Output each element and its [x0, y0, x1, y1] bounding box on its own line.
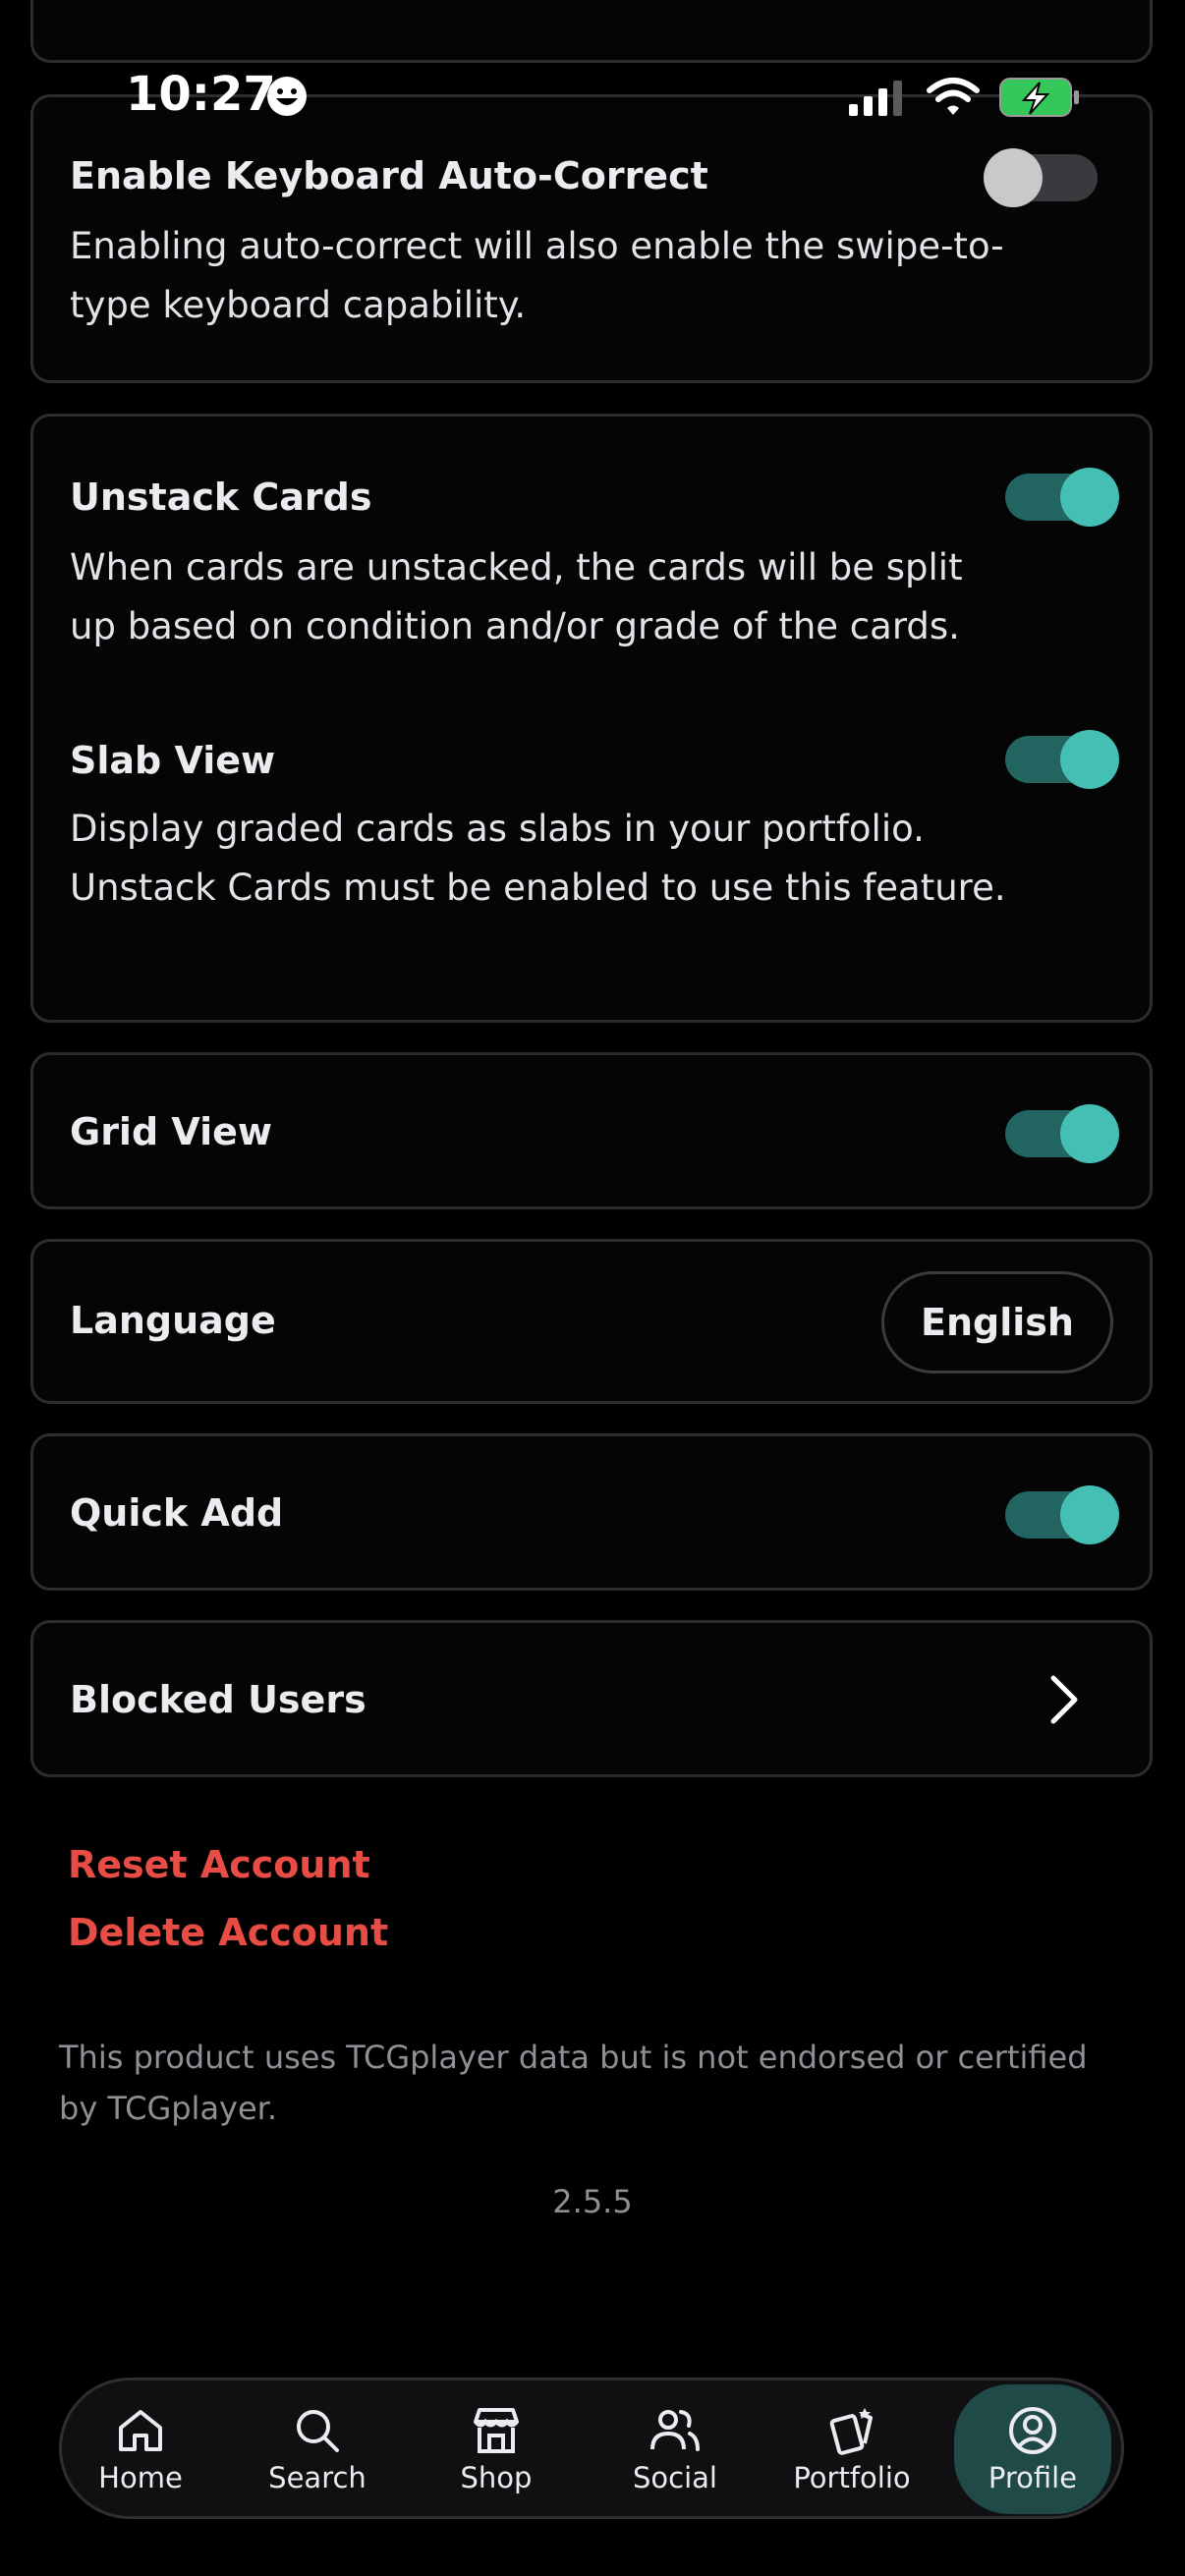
wifi-icon [927, 78, 980, 115]
status-time: 10:27 [126, 67, 276, 122]
blocked-users-title: Blocked Users [70, 1678, 367, 1721]
toggle-knob [1060, 1104, 1119, 1163]
slab-view-toggle[interactable] [1005, 730, 1119, 789]
slab-view-title: Slab View [70, 739, 276, 782]
home-icon [119, 2410, 162, 2451]
shop-icon [474, 2408, 519, 2453]
tab-label: Search [268, 2461, 367, 2494]
quick-add-toggle[interactable] [1005, 1485, 1119, 1544]
tab-social[interactable]: Social [596, 2384, 754, 2514]
tab-search[interactable]: Search [239, 2384, 396, 2514]
delete-account-link[interactable]: Delete Account [68, 1911, 388, 1954]
toggle-knob [1060, 1485, 1119, 1544]
profile-icon [1009, 2407, 1056, 2454]
reset-account-link[interactable]: Reset Account [68, 1843, 370, 1886]
tab-label: Home [98, 2461, 183, 2494]
language-select-button[interactable]: English [881, 1271, 1113, 1373]
language-card: Language English [30, 1239, 1153, 1404]
previous-settings-card [30, 0, 1153, 63]
autocorrect-title: Enable Keyboard Auto-Correct [70, 154, 708, 197]
unstack-slab-card: Unstack Cards When cards are unstacked, … [30, 414, 1153, 1023]
app-version: 2.5.5 [552, 2183, 633, 2220]
grid-view-toggle[interactable] [1005, 1104, 1119, 1163]
tab-label: Portfolio [793, 2461, 911, 2494]
grid-view-title: Grid View [70, 1110, 273, 1153]
tab-label: Shop [460, 2461, 533, 2494]
quick-add-title: Quick Add [70, 1491, 284, 1535]
toggle-knob [984, 148, 1043, 207]
tab-label: Social [633, 2461, 717, 2494]
autocorrect-card: Enable Keyboard Auto-Correct Enabling au… [30, 94, 1153, 383]
tab-portfolio[interactable]: Portfolio [773, 2384, 931, 2514]
autocorrect-toggle[interactable] [984, 148, 1098, 207]
search-icon [297, 2410, 339, 2452]
unstack-cards-title: Unstack Cards [70, 476, 372, 519]
toggle-knob [1060, 730, 1119, 789]
tcgplayer-disclaimer: This product uses TCGplayer data but is … [59, 2039, 1088, 2127]
social-icon [650, 2410, 700, 2451]
blocked-users-row[interactable]: Blocked Users [30, 1620, 1153, 1777]
toggle-knob [1060, 468, 1119, 527]
portfolio-icon [829, 2408, 873, 2455]
tab-label: Profile [988, 2461, 1078, 2494]
bottom-tab-bar: Home Search Shop Social Portfolio Profil… [59, 2378, 1124, 2519]
tab-profile[interactable]: Profile [954, 2384, 1111, 2514]
signal-icon [849, 81, 902, 116]
autocorrect-description: Enabling auto-correct will also enable t… [70, 225, 1004, 326]
battery-charging-icon [999, 78, 1079, 117]
emoji-icon [267, 77, 307, 116]
chevron-right-icon [1050, 1675, 1078, 1724]
slab-view-description: Display graded cards as slabs in your po… [70, 808, 1006, 909]
status-bar: 10:27 [0, 59, 1185, 138]
unstack-cards-toggle[interactable] [1005, 468, 1119, 527]
unstack-cards-description: When cards are unstacked, the cards will… [70, 546, 963, 647]
tab-shop[interactable]: Shop [418, 2384, 575, 2514]
tab-home[interactable]: Home [62, 2384, 219, 2514]
grid-view-card: Grid View [30, 1052, 1153, 1209]
quick-add-card: Quick Add [30, 1433, 1153, 1591]
language-title: Language [70, 1299, 276, 1342]
